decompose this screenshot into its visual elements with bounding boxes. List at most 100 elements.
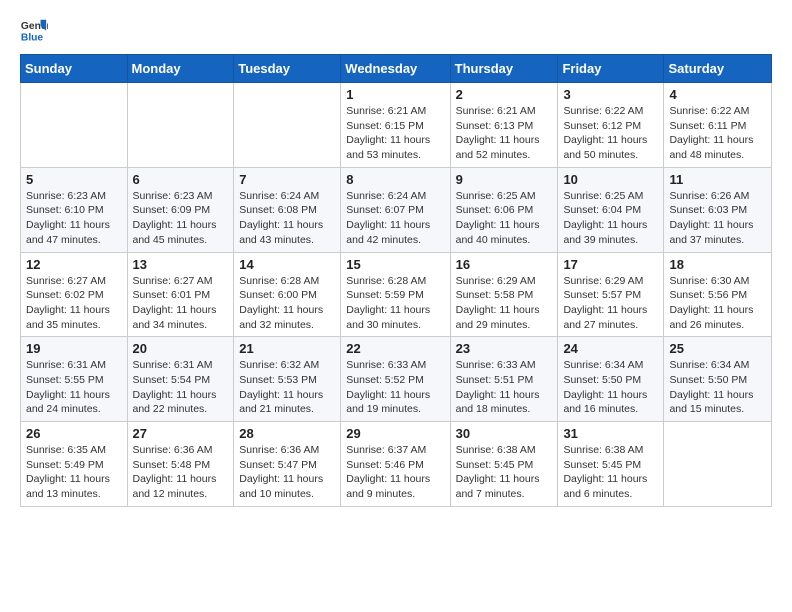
- logo: General Blue: [20, 16, 52, 44]
- day-info: Sunrise: 6:27 AM Sunset: 6:02 PM Dayligh…: [26, 274, 122, 333]
- day-number: 12: [26, 257, 122, 272]
- calendar-header-friday: Friday: [558, 55, 664, 83]
- day-number: 19: [26, 341, 122, 356]
- day-info: Sunrise: 6:33 AM Sunset: 5:52 PM Dayligh…: [346, 358, 444, 417]
- day-number: 28: [239, 426, 335, 441]
- calendar-cell: 10Sunrise: 6:25 AM Sunset: 6:04 PM Dayli…: [558, 167, 664, 252]
- calendar-cell: 9 Sunrise: 6:25 AM Sunset: 6:06 PM Daylig…: [450, 167, 558, 252]
- calendar-cell: 22 Sunrise: 6:33 AM Sunset: 5:52 PM Dayli…: [341, 337, 450, 422]
- calendar-week-row: 1 Sunrise: 6:21 AM Sunset: 6:15 PM Daylig…: [21, 83, 772, 168]
- day-number: 20: [133, 341, 229, 356]
- day-info: Sunrise: 6:32 AM Sunset: 5:53 PM Dayligh…: [239, 358, 335, 417]
- day-number: 23: [456, 341, 553, 356]
- day-info: Sunrise: 6:23 AM Sunset: 6:09 PM Dayligh…: [133, 189, 229, 248]
- day-info: Sunrise: 6:21 AM Sunset: 6:15 PM Dayligh…: [346, 104, 444, 163]
- calendar-cell: 27 Sunrise: 6:36 AM Sunset: 5:48 PM Dayli…: [127, 422, 234, 507]
- day-number: 25: [669, 341, 766, 356]
- day-number: 18: [669, 257, 766, 272]
- day-info: Sunrise: 6:35 AM Sunset: 5:49 PM Dayligh…: [26, 443, 122, 502]
- svg-text:Blue: Blue: [21, 32, 44, 43]
- day-info: Sunrise: 6:38 AM Sunset: 5:45 PM Dayligh…: [456, 443, 553, 502]
- day-info: Sunrise: 6:29 AM Sunset: 5:58 PM Dayligh…: [456, 274, 553, 333]
- calendar-cell: 16 Sunrise: 6:29 AM Sunset: 5:58 PM Dayli…: [450, 252, 558, 337]
- day-info: Sunrise: 6:34 AM Sunset: 5:50 PM Dayligh…: [669, 358, 766, 417]
- day-info: Sunrise: 6:31 AM Sunset: 5:54 PM Dayligh…: [133, 358, 229, 417]
- day-number: 29: [346, 426, 444, 441]
- day-info: Sunrise: 6:30 AM Sunset: 5:56 PM Dayligh…: [669, 274, 766, 333]
- calendar-cell: [127, 83, 234, 168]
- day-number: 31: [563, 426, 658, 441]
- day-info: Sunrise: 6:27 AM Sunset: 6:01 PM Dayligh…: [133, 274, 229, 333]
- day-number: 5: [26, 172, 122, 187]
- calendar: SundayMondayTuesdayWednesdayThursdayFrid…: [20, 54, 772, 507]
- calendar-week-row: 19 Sunrise: 6:31 AM Sunset: 5:55 PM Dayli…: [21, 337, 772, 422]
- calendar-cell: 3Sunrise: 6:22 AM Sunset: 6:12 PM Daylig…: [558, 83, 664, 168]
- calendar-header-monday: Monday: [127, 55, 234, 83]
- calendar-header-sunday: Sunday: [21, 55, 128, 83]
- calendar-cell: 18 Sunrise: 6:30 AM Sunset: 5:56 PM Dayli…: [664, 252, 772, 337]
- calendar-week-row: 26 Sunrise: 6:35 AM Sunset: 5:49 PM Dayli…: [21, 422, 772, 507]
- day-info: Sunrise: 6:23 AM Sunset: 6:10 PM Dayligh…: [26, 189, 122, 248]
- calendar-cell: 8Sunrise: 6:24 AM Sunset: 6:07 PM Daylig…: [341, 167, 450, 252]
- day-number: 14: [239, 257, 335, 272]
- calendar-cell: 7 Sunrise: 6:24 AM Sunset: 6:08 PM Daylig…: [234, 167, 341, 252]
- day-info: Sunrise: 6:33 AM Sunset: 5:51 PM Dayligh…: [456, 358, 553, 417]
- calendar-header-saturday: Saturday: [664, 55, 772, 83]
- calendar-cell: 21 Sunrise: 6:32 AM Sunset: 5:53 PM Dayli…: [234, 337, 341, 422]
- day-info: Sunrise: 6:29 AM Sunset: 5:57 PM Dayligh…: [563, 274, 658, 333]
- day-info: Sunrise: 6:26 AM Sunset: 6:03 PM Dayligh…: [669, 189, 766, 248]
- day-info: Sunrise: 6:25 AM Sunset: 6:06 PM Dayligh…: [456, 189, 553, 248]
- day-number: 7: [239, 172, 335, 187]
- calendar-cell: 23 Sunrise: 6:33 AM Sunset: 5:51 PM Dayli…: [450, 337, 558, 422]
- day-number: 1: [346, 87, 444, 102]
- day-number: 16: [456, 257, 553, 272]
- day-number: 6: [133, 172, 229, 187]
- calendar-cell: 14Sunrise: 6:28 AM Sunset: 6:00 PM Dayli…: [234, 252, 341, 337]
- day-info: Sunrise: 6:21 AM Sunset: 6:13 PM Dayligh…: [456, 104, 553, 163]
- day-info: Sunrise: 6:37 AM Sunset: 5:46 PM Dayligh…: [346, 443, 444, 502]
- header: General Blue: [20, 16, 772, 44]
- calendar-cell: 26 Sunrise: 6:35 AM Sunset: 5:49 PM Dayli…: [21, 422, 128, 507]
- calendar-cell: 11 Sunrise: 6:26 AM Sunset: 6:03 PM Dayli…: [664, 167, 772, 252]
- day-info: Sunrise: 6:22 AM Sunset: 6:11 PM Dayligh…: [669, 104, 766, 163]
- calendar-week-row: 12 Sunrise: 6:27 AM Sunset: 6:02 PM Dayli…: [21, 252, 772, 337]
- calendar-cell: 15Sunrise: 6:28 AM Sunset: 5:59 PM Dayli…: [341, 252, 450, 337]
- day-info: Sunrise: 6:28 AM Sunset: 5:59 PM Dayligh…: [346, 274, 444, 333]
- page: General Blue SundayMondayTuesdayWednesda…: [0, 0, 792, 612]
- calendar-cell: 4 Sunrise: 6:22 AM Sunset: 6:11 PM Daylig…: [664, 83, 772, 168]
- day-info: Sunrise: 6:36 AM Sunset: 5:48 PM Dayligh…: [133, 443, 229, 502]
- calendar-header-wednesday: Wednesday: [341, 55, 450, 83]
- day-info: Sunrise: 6:38 AM Sunset: 5:45 PM Dayligh…: [563, 443, 658, 502]
- day-number: 4: [669, 87, 766, 102]
- calendar-cell: 12 Sunrise: 6:27 AM Sunset: 6:02 PM Dayli…: [21, 252, 128, 337]
- calendar-cell: [664, 422, 772, 507]
- calendar-cell: 24Sunrise: 6:34 AM Sunset: 5:50 PM Dayli…: [558, 337, 664, 422]
- calendar-header-tuesday: Tuesday: [234, 55, 341, 83]
- calendar-cell: 20 Sunrise: 6:31 AM Sunset: 5:54 PM Dayli…: [127, 337, 234, 422]
- day-info: Sunrise: 6:24 AM Sunset: 6:08 PM Dayligh…: [239, 189, 335, 248]
- day-number: 27: [133, 426, 229, 441]
- day-info: Sunrise: 6:25 AM Sunset: 6:04 PM Dayligh…: [563, 189, 658, 248]
- calendar-cell: 2 Sunrise: 6:21 AM Sunset: 6:13 PM Daylig…: [450, 83, 558, 168]
- day-number: 30: [456, 426, 553, 441]
- calendar-cell: 6 Sunrise: 6:23 AM Sunset: 6:09 PM Daylig…: [127, 167, 234, 252]
- calendar-cell: 29 Sunrise: 6:37 AM Sunset: 5:46 PM Dayli…: [341, 422, 450, 507]
- day-number: 13: [133, 257, 229, 272]
- day-number: 22: [346, 341, 444, 356]
- calendar-cell: 30 Sunrise: 6:38 AM Sunset: 5:45 PM Dayli…: [450, 422, 558, 507]
- day-number: 9: [456, 172, 553, 187]
- day-info: Sunrise: 6:24 AM Sunset: 6:07 PM Dayligh…: [346, 189, 444, 248]
- calendar-cell: [234, 83, 341, 168]
- day-number: 2: [456, 87, 553, 102]
- day-info: Sunrise: 6:34 AM Sunset: 5:50 PM Dayligh…: [563, 358, 658, 417]
- day-number: 21: [239, 341, 335, 356]
- day-number: 26: [26, 426, 122, 441]
- calendar-header-row: SundayMondayTuesdayWednesdayThursdayFrid…: [21, 55, 772, 83]
- calendar-cell: 17 Sunrise: 6:29 AM Sunset: 5:57 PM Dayli…: [558, 252, 664, 337]
- day-number: 11: [669, 172, 766, 187]
- day-number: 17: [563, 257, 658, 272]
- calendar-cell: [21, 83, 128, 168]
- logo-icon: General Blue: [20, 16, 48, 44]
- day-info: Sunrise: 6:31 AM Sunset: 5:55 PM Dayligh…: [26, 358, 122, 417]
- day-info: Sunrise: 6:36 AM Sunset: 5:47 PM Dayligh…: [239, 443, 335, 502]
